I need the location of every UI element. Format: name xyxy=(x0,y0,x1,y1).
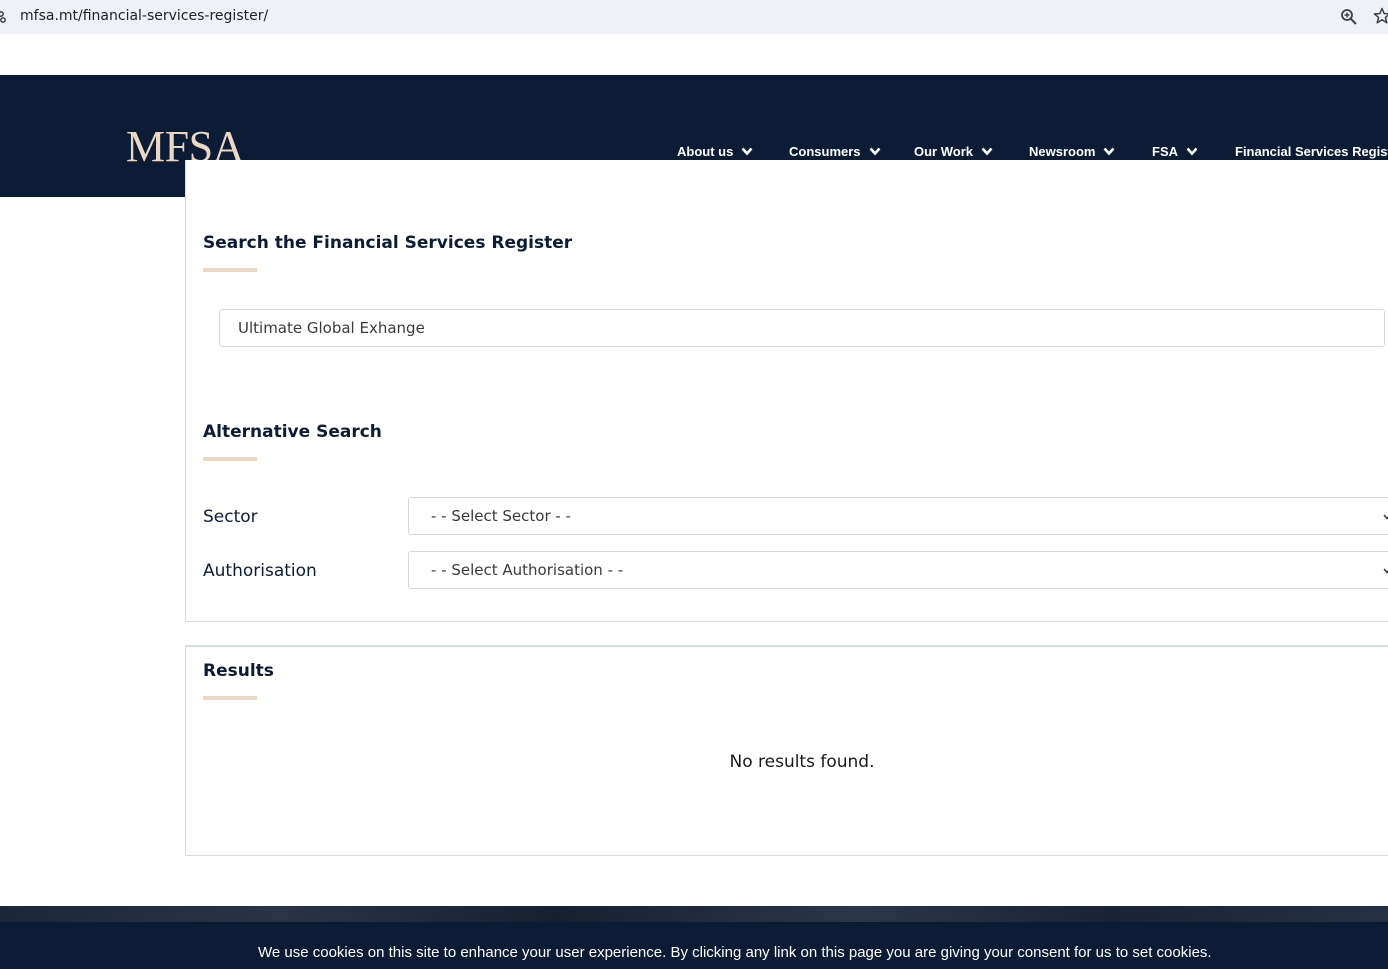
cookie-text: We use cookies on this site to enhance y… xyxy=(258,944,1212,961)
star-icon[interactable] xyxy=(1373,7,1388,25)
browser-address-bar: mfsa.mt/financial-services-register/ xyxy=(0,0,1388,34)
results-heading: Results xyxy=(203,661,274,681)
nav-label: FSA xyxy=(1152,143,1178,159)
nav-label: About us xyxy=(677,143,734,159)
heading-underline xyxy=(203,457,257,461)
nav-item-about-us[interactable]: About us xyxy=(677,142,753,160)
nav-item-financial-services-register[interactable]: Financial Services Register xyxy=(1235,142,1388,160)
nav-label: Consumers xyxy=(789,143,861,159)
header-spacer xyxy=(0,34,1388,75)
alternative-search-heading: Alternative Search xyxy=(203,422,382,442)
no-results-message: No results found. xyxy=(729,752,875,772)
nav-item-our-work[interactable]: Our Work xyxy=(914,142,993,160)
nav-label: Our Work xyxy=(914,143,973,159)
chevron-down-icon xyxy=(869,147,880,155)
nav-item-consumers[interactable]: Consumers xyxy=(789,142,881,160)
heading-underline xyxy=(203,696,257,700)
zoom-icon[interactable] xyxy=(1340,8,1358,26)
heading-underline xyxy=(203,268,257,272)
search-input[interactable] xyxy=(219,309,1385,347)
cookie-banner: We use cookies on this site to enhance y… xyxy=(0,922,1388,969)
url-text[interactable]: mfsa.mt/financial-services-register/ xyxy=(20,8,268,24)
authorisation-select[interactable]: - - Select Authorisation - - xyxy=(408,551,1388,589)
authorisation-label: Authorisation xyxy=(203,561,317,581)
nav-item-fsa[interactable]: FSA xyxy=(1152,142,1198,160)
chevron-down-icon xyxy=(1186,147,1198,155)
sector-selected-value: - - Select Sector - - xyxy=(431,507,571,525)
chevron-down-icon xyxy=(1383,514,1388,520)
nav-item-newsroom[interactable]: Newsroom xyxy=(1029,142,1115,160)
chevron-down-icon xyxy=(741,147,753,155)
results-panel xyxy=(185,645,1388,856)
sector-select[interactable]: - - Select Sector - - xyxy=(408,497,1388,535)
chevron-down-icon xyxy=(1383,568,1388,574)
search-panel xyxy=(185,160,1388,391)
chevron-down-icon xyxy=(1104,147,1115,155)
site-info-icon[interactable] xyxy=(0,10,8,24)
authorisation-selected-value: - - Select Authorisation - - xyxy=(431,561,624,579)
search-heading: Search the Financial Services Register xyxy=(203,233,573,253)
nav-label: Newsroom xyxy=(1029,143,1096,159)
sector-label: Sector xyxy=(203,507,258,527)
nav-label: Financial Services Register xyxy=(1235,143,1388,159)
chevron-down-icon xyxy=(981,147,993,155)
